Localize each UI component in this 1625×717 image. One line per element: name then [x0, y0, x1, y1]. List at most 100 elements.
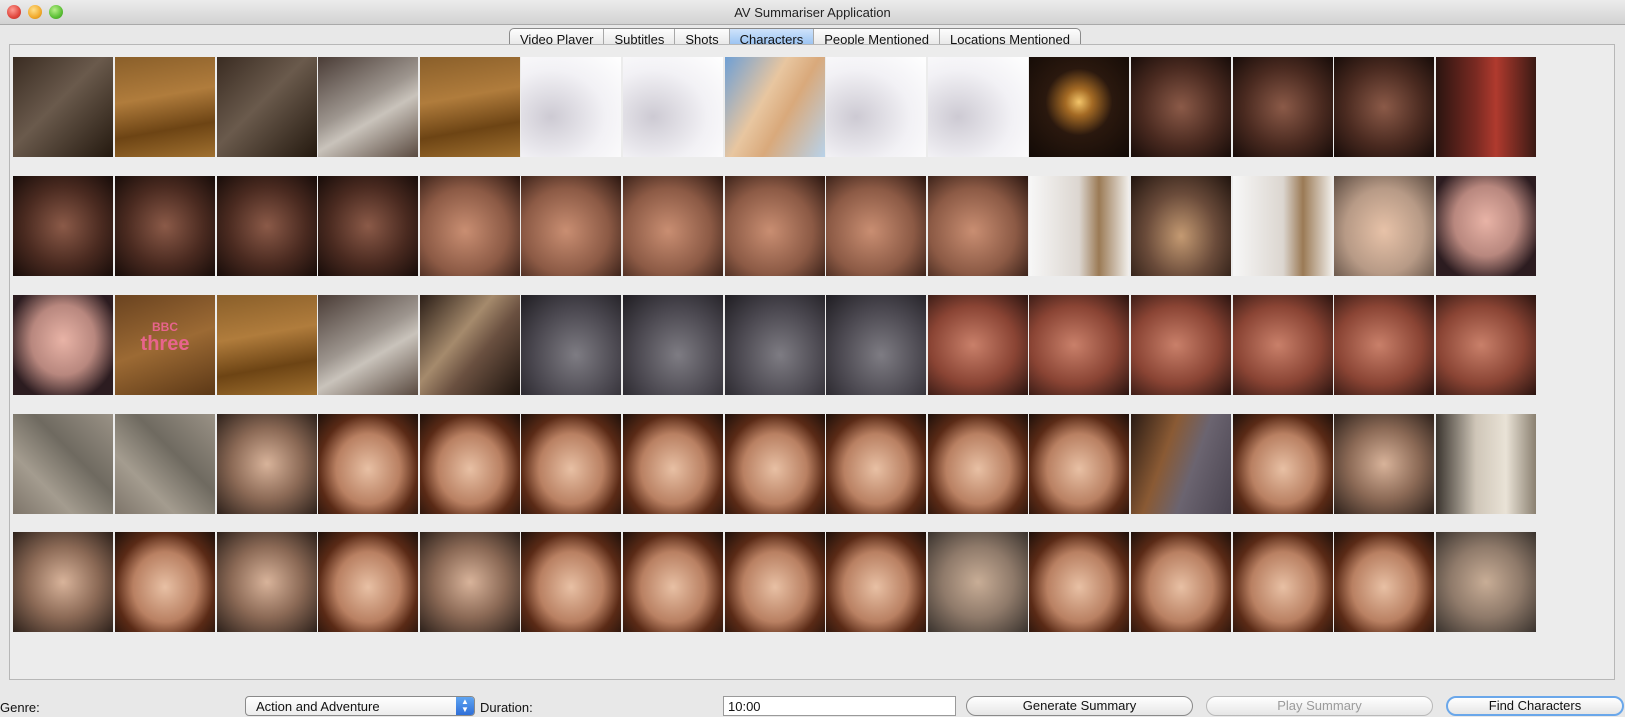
- thumbnail-image: [217, 295, 317, 395]
- character-thumbnail[interactable]: BBC three: [115, 295, 215, 395]
- character-thumbnail[interactable]: [1436, 532, 1536, 632]
- character-thumbnail[interactable]: [521, 414, 621, 514]
- character-thumbnail[interactable]: [1334, 57, 1434, 157]
- character-thumbnail[interactable]: [420, 57, 520, 157]
- character-thumbnail[interactable]: [217, 57, 317, 157]
- find-characters-button[interactable]: Find Characters: [1446, 696, 1624, 716]
- character-thumbnail[interactable]: [1233, 414, 1333, 514]
- thumbnail-image: [1436, 295, 1536, 395]
- character-thumbnail[interactable]: [1029, 532, 1129, 632]
- character-thumbnail[interactable]: [1436, 414, 1536, 514]
- character-thumbnail[interactable]: [725, 176, 825, 276]
- character-thumbnail[interactable]: [1334, 295, 1434, 395]
- thumbnail-image: [1436, 414, 1536, 514]
- character-thumbnail[interactable]: [1233, 176, 1333, 276]
- character-thumbnail[interactable]: [928, 414, 1028, 514]
- character-thumbnail[interactable]: [623, 295, 723, 395]
- thumbnail-image: [420, 532, 520, 632]
- character-thumbnail[interactable]: [13, 532, 113, 632]
- character-thumbnail[interactable]: [623, 57, 723, 157]
- character-thumbnail[interactable]: [623, 532, 723, 632]
- character-thumbnail[interactable]: [318, 414, 418, 514]
- character-thumbnail[interactable]: [826, 295, 926, 395]
- character-thumbnail[interactable]: [928, 295, 1028, 395]
- character-thumbnail[interactable]: [521, 532, 621, 632]
- character-thumbnail[interactable]: [420, 532, 520, 632]
- character-thumbnail[interactable]: [217, 295, 317, 395]
- character-thumbnail[interactable]: [217, 176, 317, 276]
- thumbnail-image: [217, 414, 317, 514]
- character-thumbnail[interactable]: [928, 57, 1028, 157]
- thumbnail-image: [1334, 295, 1434, 395]
- character-thumbnail[interactable]: [1334, 532, 1434, 632]
- character-thumbnail[interactable]: [318, 176, 418, 276]
- thumbnail-image: [521, 295, 621, 395]
- character-thumbnail[interactable]: [725, 414, 825, 514]
- character-thumbnail[interactable]: [1131, 532, 1231, 632]
- character-thumbnail[interactable]: [1131, 176, 1231, 276]
- thumbnail-image: [217, 176, 317, 276]
- character-thumbnail[interactable]: [13, 414, 113, 514]
- character-thumbnail[interactable]: [318, 532, 418, 632]
- character-thumbnail[interactable]: [826, 414, 926, 514]
- character-thumbnail[interactable]: [115, 532, 215, 632]
- generate-summary-button[interactable]: Generate Summary: [966, 696, 1193, 716]
- character-thumbnail[interactable]: [420, 295, 520, 395]
- window-title: AV Summariser Application: [734, 5, 891, 20]
- character-thumbnail[interactable]: [1131, 414, 1231, 514]
- duration-input[interactable]: 10:00: [723, 696, 956, 716]
- thumbnail-image: [521, 532, 621, 632]
- character-thumbnail[interactable]: [115, 57, 215, 157]
- play-summary-button[interactable]: Play Summary: [1206, 696, 1433, 716]
- character-thumbnail[interactable]: [1233, 295, 1333, 395]
- character-thumbnail[interactable]: [1436, 295, 1536, 395]
- character-thumbnail[interactable]: [13, 176, 113, 276]
- character-thumbnail[interactable]: [115, 176, 215, 276]
- thumbnail-image: [1029, 414, 1129, 514]
- character-thumbnail[interactable]: [623, 176, 723, 276]
- thumbnail-image: [623, 414, 723, 514]
- character-thumbnail[interactable]: [1029, 176, 1129, 276]
- thumbnail-image: [1131, 57, 1231, 157]
- genre-select[interactable]: Action and Adventure ▲ ▼: [245, 696, 475, 716]
- thumbnail-image: [420, 414, 520, 514]
- character-thumbnail[interactable]: [1029, 414, 1129, 514]
- character-thumbnail[interactable]: [318, 57, 418, 157]
- character-thumbnail[interactable]: [521, 295, 621, 395]
- thumbnail-image: [1436, 176, 1536, 276]
- thumbnail-image: [928, 414, 1028, 514]
- character-thumbnail[interactable]: [420, 414, 520, 514]
- thumbnail-image: [1233, 295, 1333, 395]
- character-thumbnail[interactable]: [1233, 57, 1333, 157]
- character-thumbnail[interactable]: [826, 532, 926, 632]
- character-thumbnail[interactable]: [725, 532, 825, 632]
- character-thumbnail[interactable]: [725, 57, 825, 157]
- character-thumbnail[interactable]: [521, 176, 621, 276]
- character-thumbnail[interactable]: [928, 532, 1028, 632]
- select-arrows-icon: ▲ ▼: [456, 697, 474, 715]
- character-thumbnail[interactable]: [1334, 414, 1434, 514]
- character-thumbnail[interactable]: [1029, 57, 1129, 157]
- character-thumbnail[interactable]: [725, 295, 825, 395]
- character-thumbnail[interactable]: [826, 176, 926, 276]
- character-thumbnail[interactable]: [1131, 295, 1231, 395]
- character-thumbnail[interactable]: [13, 295, 113, 395]
- character-thumbnail[interactable]: [420, 176, 520, 276]
- character-thumbnail[interactable]: [521, 57, 621, 157]
- character-thumbnail[interactable]: [217, 414, 317, 514]
- character-thumbnail[interactable]: [928, 176, 1028, 276]
- character-thumbnail[interactable]: [115, 414, 215, 514]
- character-thumbnail[interactable]: [1436, 57, 1536, 157]
- character-thumbnail[interactable]: [318, 295, 418, 395]
- title-bar: AV Summariser Application: [0, 0, 1625, 25]
- thumbnail-image: [725, 532, 825, 632]
- character-thumbnail[interactable]: [217, 532, 317, 632]
- character-thumbnail[interactable]: [826, 57, 926, 157]
- character-thumbnail[interactable]: [1334, 176, 1434, 276]
- character-thumbnail[interactable]: [13, 57, 113, 157]
- character-thumbnail[interactable]: [1233, 532, 1333, 632]
- character-thumbnail[interactable]: [1131, 57, 1231, 157]
- character-thumbnail[interactable]: [623, 414, 723, 514]
- character-thumbnail[interactable]: [1029, 295, 1129, 395]
- character-thumbnail[interactable]: [1436, 176, 1536, 276]
